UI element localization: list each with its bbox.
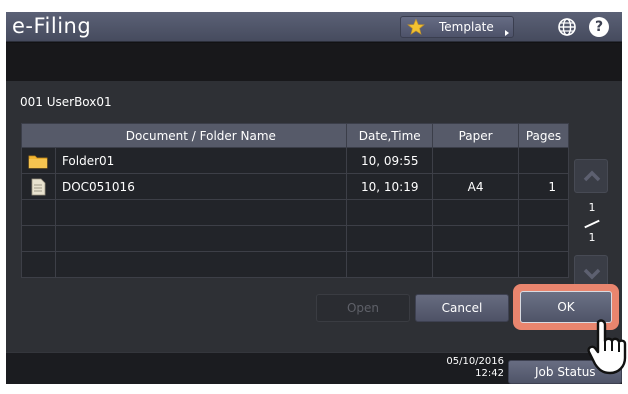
cancel-button[interactable]: Cancel <box>415 294 509 322</box>
chevron-up-icon <box>583 170 601 182</box>
table-header-row: Document / Folder Name Date,Time Paper P… <box>21 123 569 148</box>
total-pages: 1 <box>588 231 596 244</box>
table-row-empty <box>21 225 569 252</box>
template-label: Template <box>439 20 494 34</box>
current-page: 1 <box>588 201 596 214</box>
header-date-time[interactable]: Date,Time <box>346 123 434 148</box>
status-time: 12:42 <box>475 368 504 379</box>
row-icon-cell <box>21 147 56 174</box>
row-paper <box>432 147 520 174</box>
template-button[interactable]: Template <box>400 16 514 38</box>
table-row[interactable]: DOC051016 10, 10:19 A4 1 <box>21 173 569 200</box>
caret-right-icon <box>505 30 509 36</box>
row-date-time: 10, 09:55 <box>346 147 434 174</box>
row-date-time: 10, 10:19 <box>346 173 434 200</box>
header-name[interactable]: Document / Folder Name <box>55 123 348 148</box>
title-bar: e-Filing Template ? <box>6 12 622 42</box>
file-browser-panel: 001 UserBox01 Document / Folder Name Dat… <box>6 81 622 352</box>
row-name: DOC051016 <box>54 173 348 200</box>
date-time-display: 05/10/2016 12:42 <box>440 356 504 380</box>
table-row-empty <box>21 251 569 278</box>
table-row-empty <box>21 199 569 226</box>
pointing-hand-icon <box>587 319 627 375</box>
header-paper[interactable]: Paper <box>432 123 520 148</box>
box-title: 001 UserBox01 <box>20 95 112 109</box>
table-row[interactable]: Folder01 10, 09:55 <box>21 147 569 174</box>
status-date: 05/10/2016 <box>446 356 504 367</box>
toolbar-strip <box>6 43 622 81</box>
row-pages: 1 <box>518 173 569 200</box>
star-icon <box>407 18 425 35</box>
help-icon[interactable]: ? <box>589 17 609 37</box>
globe-icon[interactable] <box>557 17 577 37</box>
document-table: Document / Folder Name Date,Time Paper P… <box>21 123 569 278</box>
page-up-button[interactable] <box>574 159 608 193</box>
header-icon-column <box>21 123 56 148</box>
folder-icon <box>29 155 48 168</box>
status-bar: 05/10/2016 12:42 Job Status <box>6 352 622 384</box>
row-pages <box>518 147 569 174</box>
row-name: Folder01 <box>54 147 348 174</box>
document-icon <box>32 178 46 195</box>
row-paper: A4 <box>432 173 520 200</box>
header-pages[interactable]: Pages <box>518 123 569 148</box>
app-title: e-Filing <box>12 14 92 38</box>
touch-panel-screen: e-Filing Template ? 001 UserBox01 Docume… <box>6 12 622 384</box>
open-button[interactable]: Open <box>316 294 410 322</box>
page-divider <box>584 219 600 229</box>
row-icon-cell <box>21 173 56 200</box>
